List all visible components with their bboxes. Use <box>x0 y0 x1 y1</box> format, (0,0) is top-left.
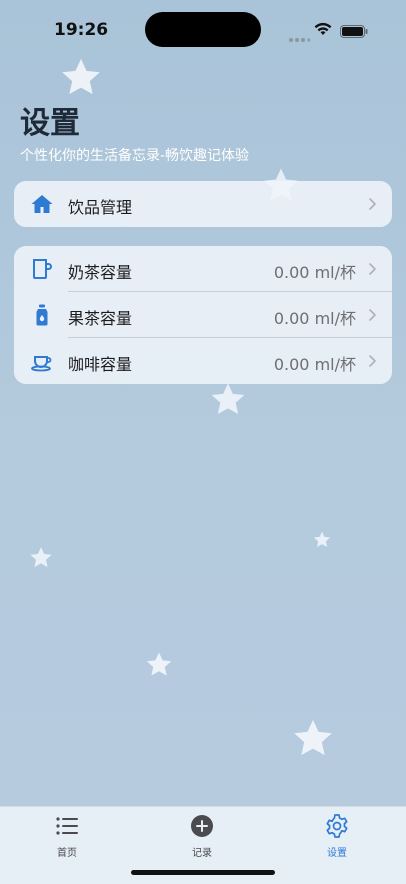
list-icon <box>54 813 80 839</box>
coffee-cup-icon <box>30 349 54 373</box>
star-decoration-icon <box>58 55 104 101</box>
tab-home-label: 首页 <box>57 848 77 859</box>
star-decoration-icon <box>290 716 336 762</box>
page-title: 设置 <box>20 106 80 141</box>
star-decoration-icon <box>144 650 174 680</box>
fruit-tea-label: 果茶容量 <box>68 309 133 328</box>
tab-settings-label: 设置 <box>327 848 347 859</box>
chevron-right-icon <box>368 196 378 212</box>
plus-circle-icon <box>189 813 215 839</box>
coffee-label: 咖啡容量 <box>68 355 133 374</box>
management-card: 饮品管理 <box>14 181 392 227</box>
milk-tea-capacity-row[interactable]: 奶茶容量 0.00 ml/杯 <box>14 246 392 292</box>
star-decoration-icon <box>28 545 54 571</box>
tab-settings[interactable]: 设置 <box>297 813 377 863</box>
fruit-tea-value: 0.00 ml/杯 <box>273 309 356 328</box>
drink-management-label: 饮品管理 <box>68 198 133 217</box>
status-time: 19:26 <box>54 20 109 40</box>
chevron-right-icon <box>368 353 378 369</box>
bottle-icon <box>30 303 54 327</box>
chevron-right-icon <box>368 261 378 277</box>
page-subtitle: 个性化你的生活备忘录-畅饮趣记体验 <box>20 148 250 164</box>
home-indicator <box>131 870 275 875</box>
house-icon <box>30 192 54 216</box>
signal-icon <box>288 28 311 47</box>
coffee-value: 0.00 ml/杯 <box>273 355 356 374</box>
milk-tea-label: 奶茶容量 <box>68 263 133 282</box>
status-bar: 19:26 <box>0 0 406 60</box>
battery-icon <box>340 23 368 42</box>
star-decoration-icon <box>312 530 332 550</box>
coffee-capacity-row[interactable]: 咖啡容量 0.00 ml/杯 <box>14 338 392 384</box>
mug-icon <box>30 257 54 281</box>
milk-tea-value: 0.00 ml/杯 <box>273 263 356 282</box>
dynamic-island <box>145 12 261 47</box>
tab-record[interactable]: 记录 <box>162 813 242 863</box>
wifi-icon <box>314 21 332 40</box>
fruit-tea-capacity-row[interactable]: 果茶容量 0.00 ml/杯 <box>14 292 392 338</box>
tab-home[interactable]: 首页 <box>27 813 107 863</box>
drink-management-row[interactable]: 饮品管理 <box>14 181 392 227</box>
chevron-right-icon <box>368 307 378 323</box>
tab-record-label: 记录 <box>192 848 212 859</box>
capacity-card: 奶茶容量 0.00 ml/杯 果茶容量 0.00 ml/杯 咖啡容量 0.00 … <box>14 246 392 384</box>
gear-icon <box>324 813 350 839</box>
star-decoration-icon <box>208 380 248 420</box>
